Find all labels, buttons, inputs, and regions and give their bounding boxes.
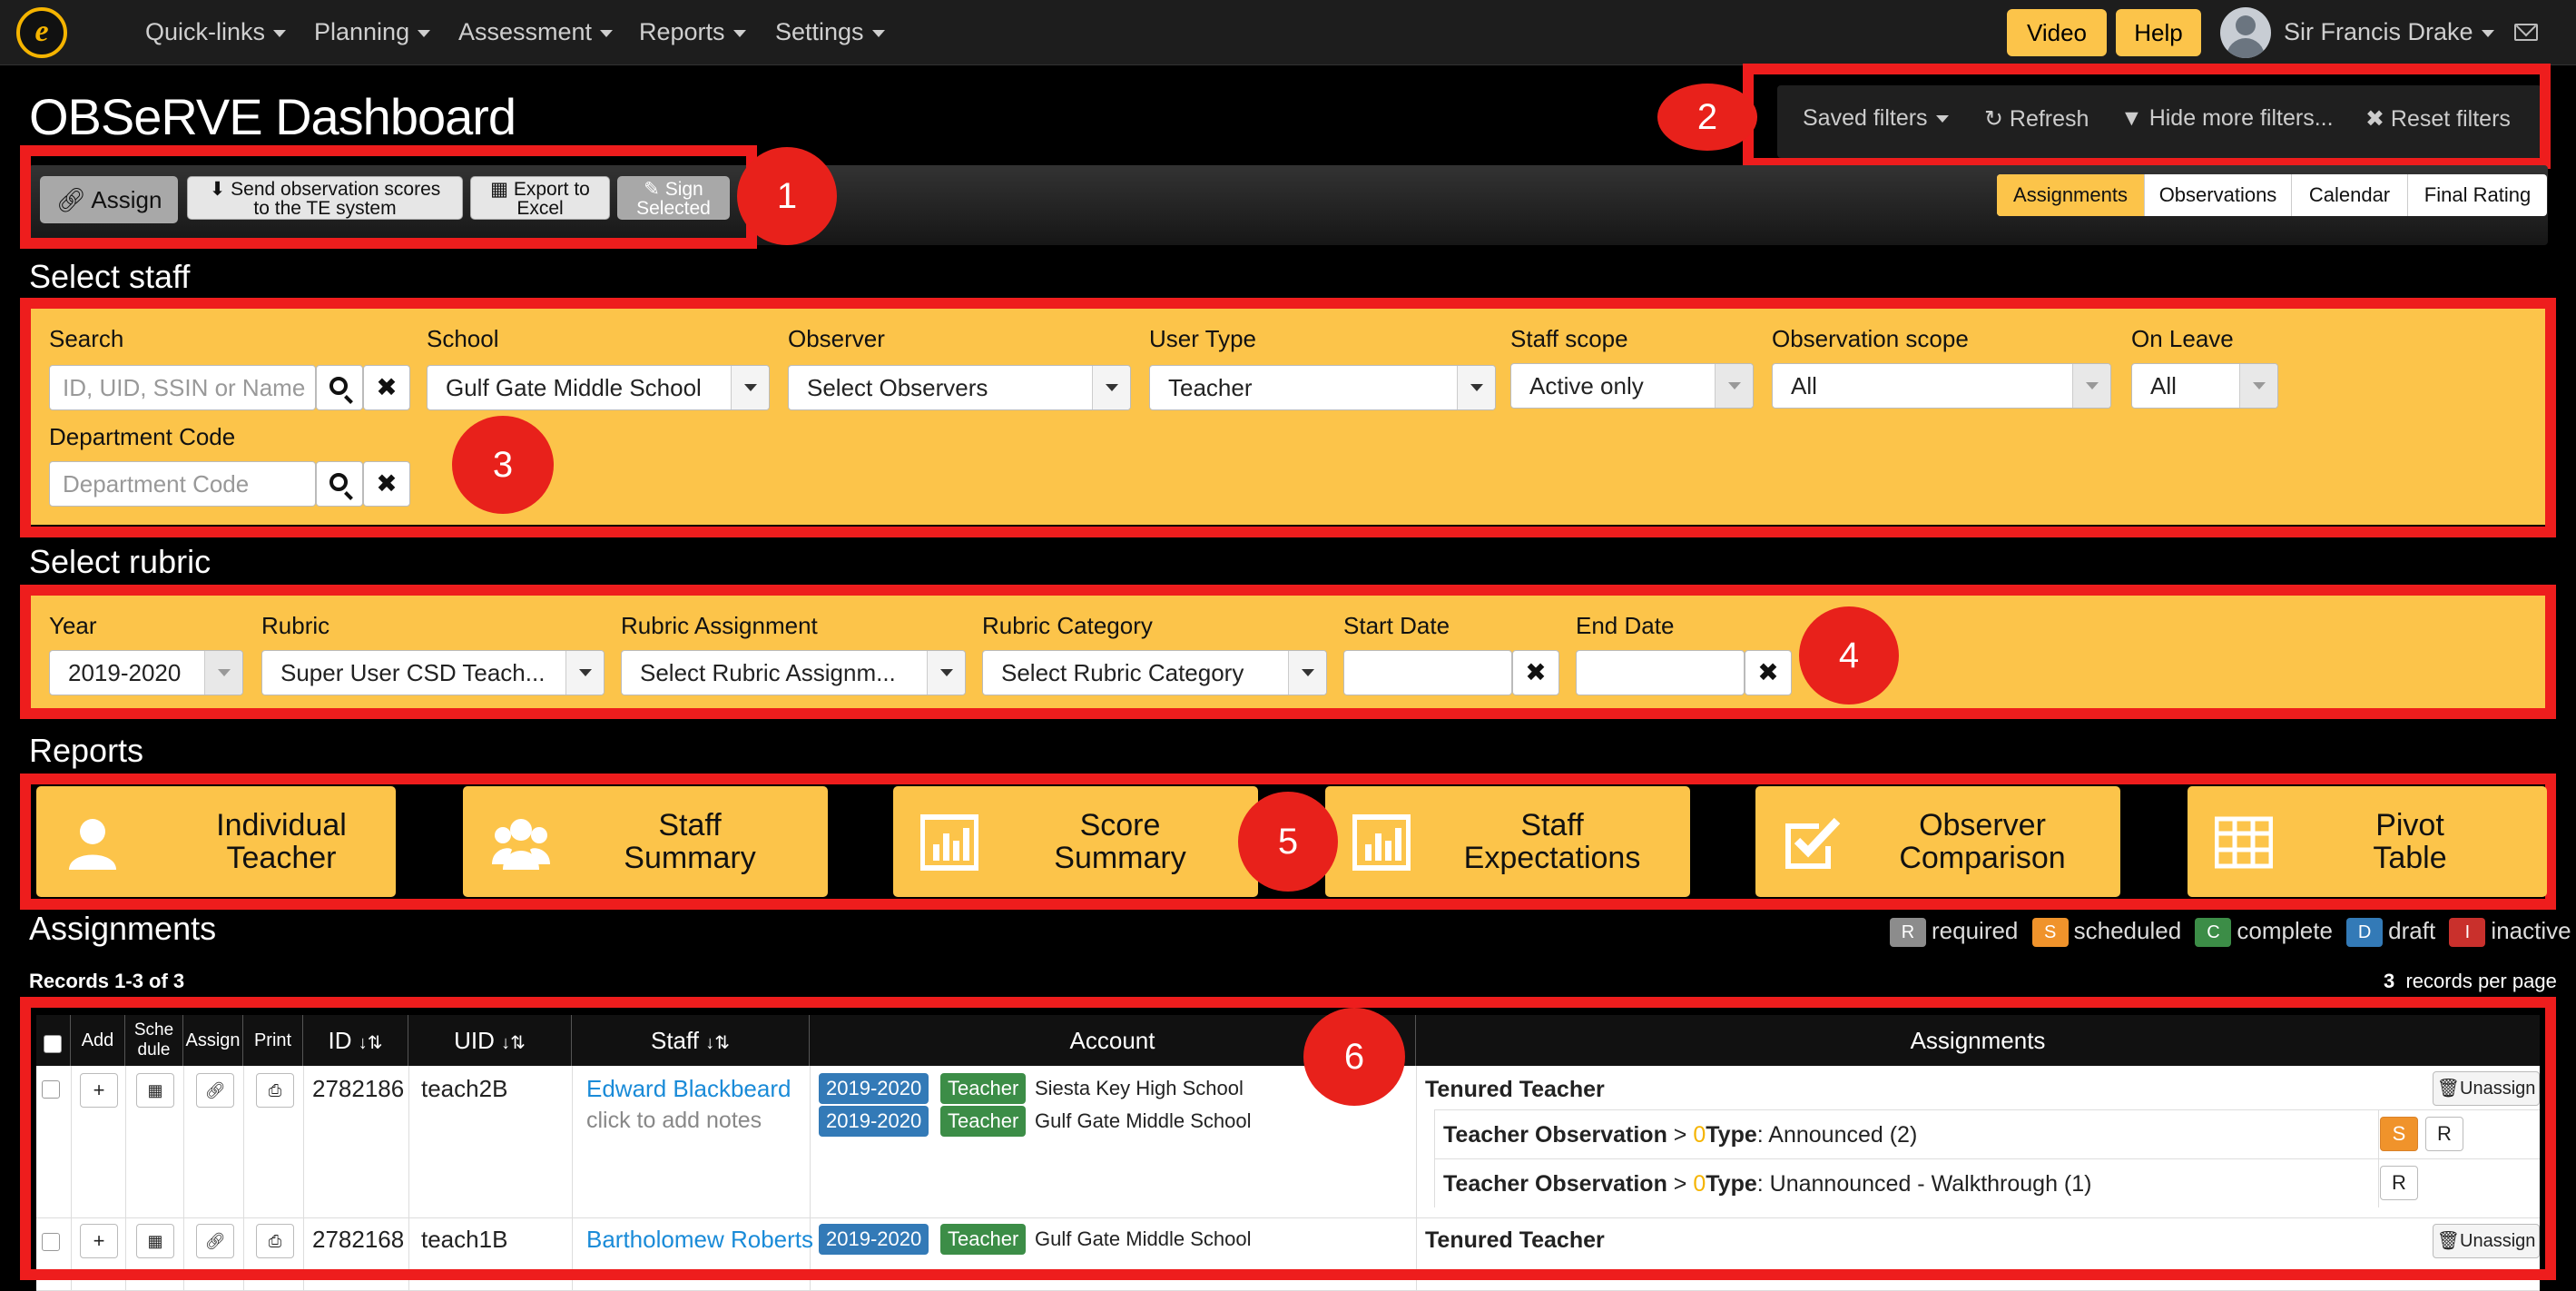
tile-label: Staff — [658, 808, 722, 843]
tile-label: Score — [1079, 808, 1161, 843]
annotation-marker-1: 1 — [737, 147, 837, 245]
chevron-down-icon — [273, 29, 287, 37]
report-tile-individual-teacher[interactable]: Individual Teacher — [36, 786, 396, 897]
annotation-box-4 — [20, 585, 2556, 719]
per-page-count: 3 — [2384, 970, 2395, 992]
legend-badge-complete: C — [2195, 918, 2232, 948]
annotation-marker-4: 4 — [1799, 606, 1899, 705]
nav-reports[interactable]: Reports — [639, 18, 746, 46]
user-menu[interactable]: Sir Francis Drake — [2284, 18, 2494, 46]
tab-final-rating[interactable]: Final Rating — [2407, 174, 2547, 216]
legend-label: draft — [2388, 917, 2436, 944]
legend-label: required — [1932, 917, 2019, 944]
annotation-marker-3: 3 — [452, 416, 554, 514]
annotation-box-6 — [20, 997, 2556, 1280]
chevron-down-icon — [418, 29, 431, 37]
tile-label-2: Expectations — [1463, 841, 1641, 875]
tile-label: Staff — [1520, 808, 1584, 843]
nav-quick-links[interactable]: Quick-links — [145, 18, 287, 46]
legend-badge-draft: D — [2346, 918, 2384, 948]
avatar[interactable] — [2220, 7, 2271, 58]
chevron-down-icon — [871, 29, 885, 37]
annotation-marker-2: 2 — [1657, 84, 1757, 151]
user-name: Sir Francis Drake — [2284, 18, 2473, 45]
users-icon — [492, 819, 550, 870]
tile-label-2: Comparison — [1899, 841, 2066, 875]
report-tile-staff-expectations[interactable]: Staff Expectations — [1325, 786, 1690, 897]
help-button[interactable]: Help — [2116, 9, 2201, 56]
legend-label: scheduled — [2073, 917, 2182, 944]
records-per-page[interactable]: 3 records per page — [2384, 970, 2557, 993]
nav-label: Settings — [775, 18, 864, 45]
select-rubric-heading: Select rubric — [29, 543, 211, 580]
tile-label: Individual — [216, 808, 347, 843]
table-icon — [2215, 816, 2273, 869]
chevron-down-icon — [600, 29, 614, 37]
chevron-down-icon — [732, 29, 746, 37]
tile-label-2: Teacher — [226, 841, 337, 875]
nav-label: Reports — [639, 18, 725, 45]
annotation-box-2 — [1743, 64, 2551, 169]
bar-chart-icon — [1352, 814, 1411, 871]
legend-label: inactive — [2491, 917, 2571, 944]
annotation-marker-5: 5 — [1238, 792, 1338, 892]
tile-label-2: Table — [2373, 841, 2447, 875]
assignments-heading: Assignments — [29, 910, 217, 947]
mail-icon[interactable] — [2514, 24, 2538, 41]
records-info: Records 1-3 of 3 — [29, 970, 185, 992]
tab-assignments[interactable]: Assignments — [1997, 174, 2144, 216]
nav-label: Planning — [314, 18, 410, 45]
tile-label: Pivot — [2375, 808, 2444, 843]
tab-observations[interactable]: Observations — [2144, 174, 2291, 216]
report-tile-staff-summary[interactable]: Staff Summary — [463, 786, 828, 897]
report-tile-score-summary[interactable]: Score Summary — [893, 786, 1258, 897]
annotation-marker-6: 6 — [1303, 1008, 1405, 1106]
nav-assessment[interactable]: Assessment — [458, 18, 614, 46]
bar-chart-icon — [920, 814, 978, 871]
legend-badge-inactive: I — [2449, 918, 2486, 948]
legend-badge-scheduled: S — [2031, 918, 2069, 948]
nav-settings[interactable]: Settings — [775, 18, 885, 46]
app-logo[interactable]: e — [16, 7, 67, 58]
tile-label: Observer — [1919, 808, 2046, 843]
legend-label: complete — [2237, 917, 2333, 944]
video-button[interactable]: Video — [2007, 9, 2107, 56]
check-square-icon — [1785, 817, 1841, 869]
reports-heading: Reports — [29, 732, 144, 769]
user-icon — [69, 819, 116, 870]
nav-label: Quick-links — [145, 18, 266, 45]
view-tabs: Assignments Observations Calendar Final … — [1997, 174, 2547, 216]
nav-label: Assessment — [458, 18, 593, 45]
per-page-label: records per page — [2405, 970, 2557, 992]
top-navbar: e Quick-links Planning Assessment Report… — [0, 0, 2576, 65]
select-staff-heading: Select staff — [29, 258, 191, 295]
nav-planning[interactable]: Planning — [314, 18, 431, 46]
page-title: OBSeRVE Dashboard — [29, 88, 516, 145]
legend-badge-required: R — [1890, 918, 1926, 948]
report-tile-observer-comparison[interactable]: Observer Comparison — [1755, 786, 2120, 897]
chevron-down-icon — [2481, 29, 2494, 37]
annotation-box-1 — [20, 145, 757, 249]
tile-label-2: Summary — [624, 841, 756, 875]
annotation-box-3 — [20, 298, 2556, 537]
status-legend: Rrequired Sscheduled Ccomplete Ddraft Ii… — [1890, 917, 2571, 948]
report-tile-pivot-table[interactable]: Pivot Table — [2188, 786, 2547, 897]
tab-calendar[interactable]: Calendar — [2291, 174, 2407, 216]
tile-label-2: Summary — [1054, 841, 1186, 875]
